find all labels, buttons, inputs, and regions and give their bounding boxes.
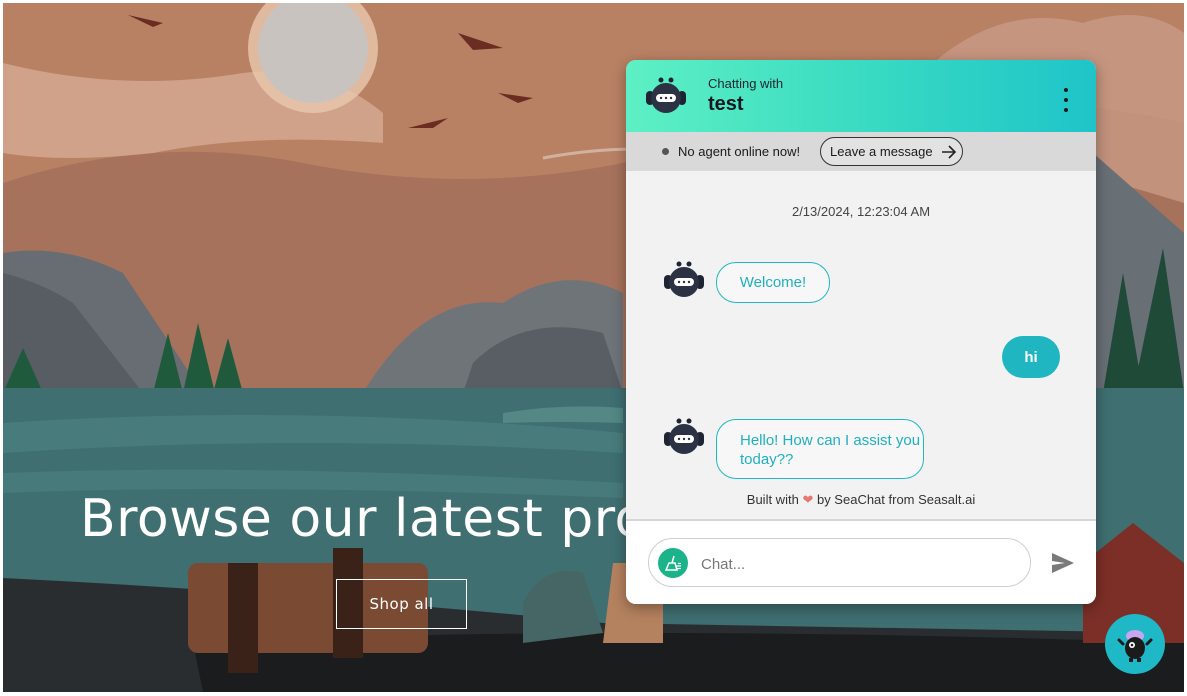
chat-widget: Chatting with test No agent online now! …	[626, 60, 1096, 604]
chat-input-area	[626, 519, 1096, 604]
status-text: No agent online now!	[678, 144, 801, 159]
bot-message: Hello! How can I assist you today??	[716, 419, 924, 479]
robot-avatar-icon	[646, 77, 686, 113]
agent-status-bar: No agent online now! Leave a message	[626, 132, 1096, 171]
built-with-prefix: Built with	[746, 492, 799, 507]
chat-input-container	[648, 538, 1031, 587]
arrow-right-icon	[941, 144, 956, 159]
status-dot	[662, 148, 669, 155]
bot-message: Welcome!	[716, 262, 830, 303]
leave-message-label: Leave a message	[830, 144, 933, 159]
robot-avatar-icon	[664, 261, 704, 297]
seachat-credit-link[interactable]: by SeaChat from Seasalt.ai	[817, 492, 975, 507]
more-vertical-icon[interactable]	[1056, 88, 1076, 112]
send-icon[interactable]	[1051, 552, 1075, 574]
chat-input[interactable]	[699, 551, 1013, 577]
message-list: 2/13/2024, 12:23:04 AM Welcome! hi Hello…	[626, 171, 1096, 519]
chat-header-subtitle: Chatting with	[708, 76, 784, 91]
heart-icon: ❤	[802, 492, 814, 507]
message-timestamp: 2/13/2024, 12:23:04 AM	[791, 204, 931, 219]
chat-header: Chatting with test	[626, 60, 1096, 132]
user-message: hi	[1002, 336, 1060, 378]
leave-message-button[interactable]: Leave a message	[820, 137, 963, 166]
chat-launcher-button[interactable]	[1105, 614, 1165, 674]
hero-heading: Browse our latest prod	[80, 489, 681, 549]
robot-avatar-icon	[664, 418, 704, 454]
shop-all-button[interactable]: Shop all	[336, 579, 467, 629]
chat-header-title: test	[708, 93, 744, 115]
mascot-icon	[1117, 630, 1153, 662]
broom-icon[interactable]	[658, 548, 688, 578]
built-with-credit: Built with ❤ by SeaChat from Seasalt.ai	[626, 492, 1096, 508]
